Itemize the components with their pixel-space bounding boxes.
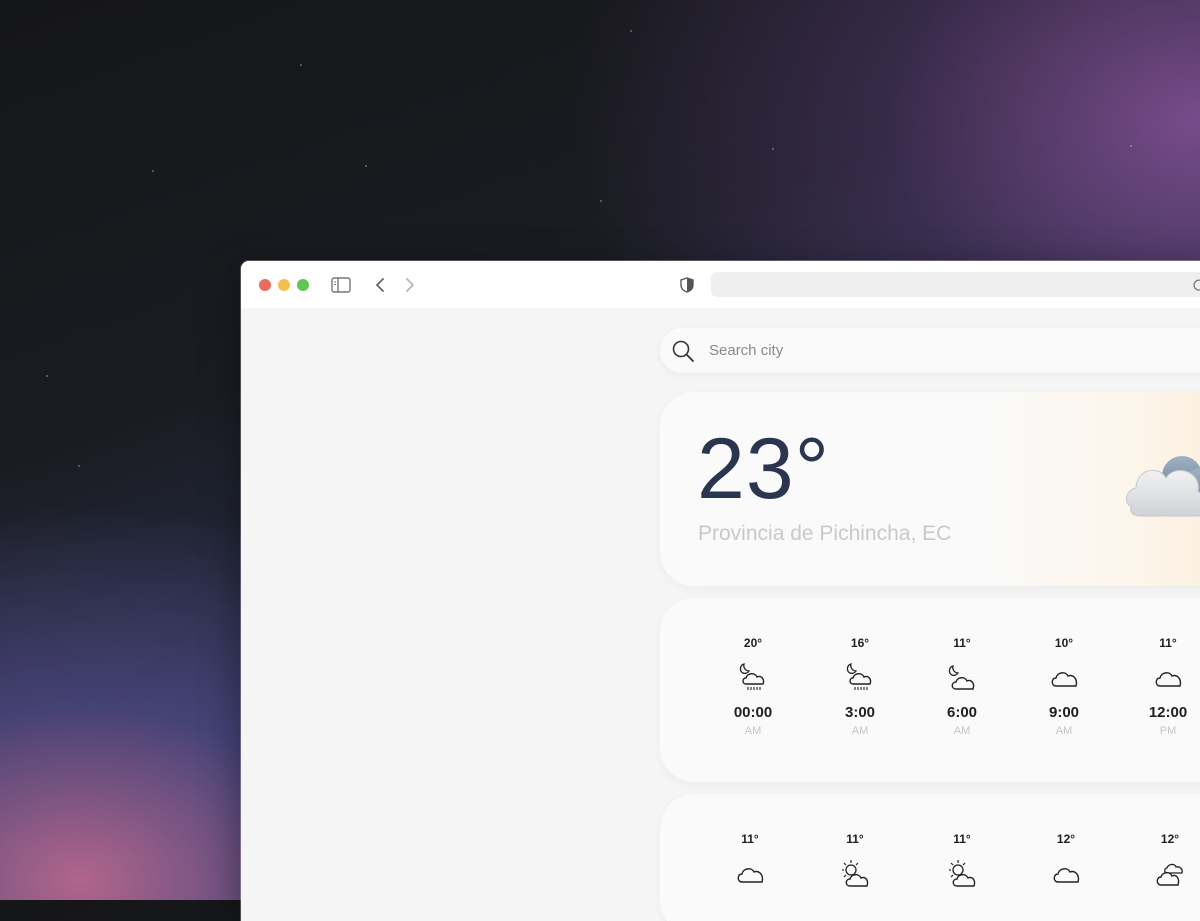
forecast-time: 12:00 bbox=[1148, 704, 1188, 721]
forward-chevron-icon[interactable] bbox=[400, 275, 420, 295]
forecast-slot: 20° 00:00 AM bbox=[713, 636, 793, 737]
cloud-icon bbox=[1024, 658, 1104, 698]
forecast-time: 9:00 bbox=[1048, 704, 1080, 721]
cloud-icon bbox=[1122, 450, 1200, 535]
forecast-slot: 16° 3:00 AM bbox=[820, 636, 900, 737]
background-star bbox=[78, 465, 80, 467]
forecast-temperature: 11° bbox=[953, 636, 971, 650]
night-cloud-icon bbox=[922, 658, 1002, 698]
sidebar-toggle-icon[interactable] bbox=[330, 275, 352, 295]
forecast-slot: 12° bbox=[1130, 832, 1200, 894]
partly-sunny-icon bbox=[922, 854, 1002, 894]
forecast-temperature: 12° bbox=[1160, 832, 1180, 846]
forecast-period: PM bbox=[1159, 725, 1177, 737]
current-temperature: 23° bbox=[697, 421, 831, 517]
forecast-period: AM bbox=[953, 725, 971, 737]
hourly-forecast-card: 20° 00:00 AM 16° 3:00 AM 11° 6:00 AM 10°… bbox=[660, 598, 1200, 782]
forecast-slot: 11° bbox=[710, 832, 790, 894]
background-star bbox=[1130, 145, 1132, 147]
address-bar[interactable] bbox=[711, 272, 1200, 297]
current-location: Provincia de Pichincha, EC bbox=[698, 522, 952, 545]
search-input[interactable] bbox=[707, 341, 1131, 360]
reload-icon[interactable] bbox=[1191, 277, 1200, 293]
forecast-slot: 11° bbox=[815, 832, 895, 894]
background-star bbox=[300, 64, 302, 66]
page-content: 23° Provincia de Pichincha, EC 20° bbox=[241, 308, 1200, 921]
back-chevron-icon[interactable] bbox=[370, 275, 390, 295]
forecast-time: 00:00 bbox=[733, 704, 773, 721]
forecast-period: AM bbox=[1055, 725, 1073, 737]
forecast-period: AM bbox=[851, 725, 869, 737]
forecast-temperature: 11° bbox=[741, 832, 759, 846]
privacy-shield-icon[interactable] bbox=[677, 275, 697, 295]
forecast-slot: 11° bbox=[922, 832, 1002, 894]
zoom-window-button[interactable] bbox=[297, 279, 309, 291]
browser-toolbar bbox=[241, 261, 1200, 308]
forecast-slot: 11° 12:00 PM bbox=[1128, 636, 1200, 737]
partly-sunny-icon bbox=[815, 854, 895, 894]
forecast-period: AM bbox=[744, 725, 762, 737]
background-star bbox=[772, 148, 774, 150]
search-icon bbox=[671, 339, 695, 363]
forecast-time: 3:00 bbox=[844, 704, 876, 721]
background-star bbox=[365, 165, 367, 167]
background-star bbox=[152, 170, 154, 172]
next-forecast-card: 11° 11° 11° 12° 12° bbox=[660, 794, 1200, 921]
background-star bbox=[630, 30, 632, 32]
forecast-temperature: 11° bbox=[953, 832, 971, 846]
current-weather-card: 23° Provincia de Pichincha, EC bbox=[660, 392, 1200, 586]
cloud-icon bbox=[710, 854, 790, 894]
background-star bbox=[600, 200, 602, 202]
forecast-temperature: 11° bbox=[846, 832, 864, 846]
cloudy-icon bbox=[1130, 854, 1200, 894]
forecast-time: 6:00 bbox=[946, 704, 978, 721]
forecast-temperature: 20° bbox=[743, 636, 763, 650]
forecast-slot: 12° bbox=[1026, 832, 1106, 894]
cloud-icon bbox=[1026, 854, 1106, 894]
search-bar[interactable] bbox=[660, 328, 1200, 373]
forecast-slot: 11° 6:00 AM bbox=[922, 636, 1002, 737]
forecast-temperature: 11° bbox=[1159, 636, 1177, 650]
browser-window: 23° Provincia de Pichincha, EC 20° bbox=[241, 261, 1200, 921]
background-star bbox=[46, 375, 48, 377]
night-rain-icon bbox=[713, 658, 793, 698]
forecast-temperature: 16° bbox=[850, 636, 870, 650]
forecast-slot: 10° 9:00 AM bbox=[1024, 636, 1104, 737]
forecast-temperature: 10° bbox=[1054, 636, 1074, 650]
cloud-icon bbox=[1128, 658, 1200, 698]
close-window-button[interactable] bbox=[259, 279, 271, 291]
night-rain-icon bbox=[820, 658, 900, 698]
forecast-temperature: 12° bbox=[1056, 832, 1076, 846]
minimize-window-button[interactable] bbox=[278, 279, 290, 291]
